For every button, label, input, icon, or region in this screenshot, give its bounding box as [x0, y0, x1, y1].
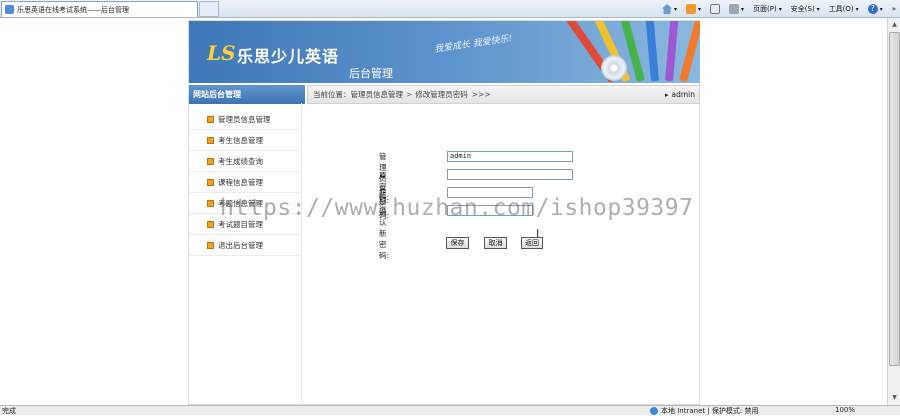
cd-icon	[601, 55, 627, 81]
breadcrumb: 当前位置： 管理员信息管理 > 修改管理员密码 >>> admin	[307, 85, 700, 104]
vertical-scrollbar[interactable]: ▲ ▼	[887, 18, 900, 405]
sidebar-nav: 管理员信息管理 考生信息管理 考生成绩查询 课程信息管理 考题信息管理 考试题目…	[189, 109, 302, 256]
zoom-level[interactable]: 100%	[835, 406, 855, 414]
command-bar: ▾ ▾ ▾ 页面(P) ▾ 安全(S) ▾ 工具(O) ▾ ? ▾ »	[662, 2, 896, 16]
old-password-field[interactable]	[447, 169, 573, 180]
sidebar-item-admin[interactable]: 管理员信息管理	[189, 109, 302, 130]
safety-menu[interactable]: 安全(S) ▾	[791, 4, 820, 14]
favicon-icon	[5, 5, 14, 14]
feeds-button[interactable]: ▾	[686, 4, 701, 14]
browser-toolbar: 乐思英语在线考试系统——后台管理 ▾ ▾ ▾ 页面(P) ▾ 安全(S) ▾ 工具(…	[0, 0, 900, 18]
tools-menu[interactable]: 工具(O) ▾	[829, 4, 859, 14]
home-button[interactable]: ▾	[662, 4, 677, 14]
back-button[interactable]: 返回	[521, 237, 543, 249]
sidebar-item-exam-questions[interactable]: 考试题目管理	[189, 214, 302, 235]
banner-subtitle: 后台管理	[349, 67, 393, 80]
sidebar-item-logout[interactable]: 退出后台管理	[189, 235, 302, 256]
print-button[interactable]: ▾	[729, 4, 744, 14]
admin-container: LS 乐思少儿英语 后台管理 我爱成长 我爱快乐! 网站后台管理 管理员信息管理…	[188, 20, 700, 405]
save-button[interactable]: 保存	[446, 237, 469, 249]
help-menu[interactable]: ? ▾	[867, 4, 883, 14]
logo-text: 乐思少儿英语	[237, 47, 340, 66]
status-bar: 完成 本地 Intranet | 保护模式: 禁用 100%	[0, 405, 900, 415]
globe-icon	[650, 407, 658, 415]
breadcrumb-suffix: >>>	[471, 90, 491, 99]
bullet-icon	[207, 220, 214, 228]
bullet-icon	[207, 136, 214, 144]
current-user: admin	[665, 90, 696, 99]
new-password-field[interactable]	[447, 187, 533, 198]
breadcrumb-prefix: 当前位置：	[313, 90, 351, 99]
mail-icon	[710, 4, 721, 14]
sidebar-item-scores[interactable]: 考生成绩查询	[189, 151, 302, 172]
breadcrumb-separator: >	[406, 90, 413, 99]
sidebar-item-courses[interactable]: 课程信息管理	[189, 172, 302, 193]
bullet-icon	[207, 115, 214, 123]
sidebar-item-questions[interactable]: 考题信息管理	[189, 193, 302, 214]
feeds-icon	[686, 4, 697, 14]
scroll-up-icon[interactable]: ▲	[889, 19, 900, 31]
confirm-password-field[interactable]	[447, 205, 533, 216]
tab-title: 乐思英语在线考试系统——后台管理	[17, 5, 129, 14]
bullet-icon	[207, 199, 214, 207]
browser-tab[interactable]: 乐思英语在线考试系统——后台管理	[1, 1, 198, 17]
more-chevron-icon[interactable]: »	[892, 5, 896, 13]
bullet-icon	[207, 241, 214, 249]
header-banner: LS 乐思少儿英语 后台管理 我爱成长 我爱快乐!	[189, 21, 700, 83]
page-viewport: LS 乐思少儿英语 后台管理 我爱成长 我爱快乐! 网站后台管理 管理员信息管理…	[0, 18, 886, 405]
sidebar-item-students[interactable]: 考生信息管理	[189, 130, 302, 151]
bullet-icon	[207, 178, 214, 186]
breadcrumb-level2: 修改管理员密码	[415, 90, 468, 99]
scroll-down-icon[interactable]: ▼	[889, 392, 900, 404]
sidebar-title: 网站后台管理	[189, 85, 305, 104]
banner-slogan: 我爱成长 我爱快乐!	[433, 34, 513, 55]
bullet-icon	[207, 157, 214, 165]
help-icon: ?	[867, 4, 878, 14]
username-field[interactable]: admin	[447, 151, 573, 162]
page-menu[interactable]: 页面(P) ▾	[753, 4, 782, 14]
text-cursor-icon: I	[536, 227, 540, 240]
new-tab-button[interactable]	[199, 1, 219, 17]
breadcrumb-level1[interactable]: 管理员信息管理	[351, 89, 404, 100]
home-icon	[662, 4, 673, 14]
logo-mark: LS	[207, 41, 236, 65]
confirm-password-label: 确认新密码:	[379, 207, 390, 260]
scroll-thumb[interactable]	[889, 32, 900, 366]
print-icon	[729, 4, 740, 14]
mail-button[interactable]	[710, 4, 721, 14]
cancel-button[interactable]: 取消	[484, 237, 507, 249]
